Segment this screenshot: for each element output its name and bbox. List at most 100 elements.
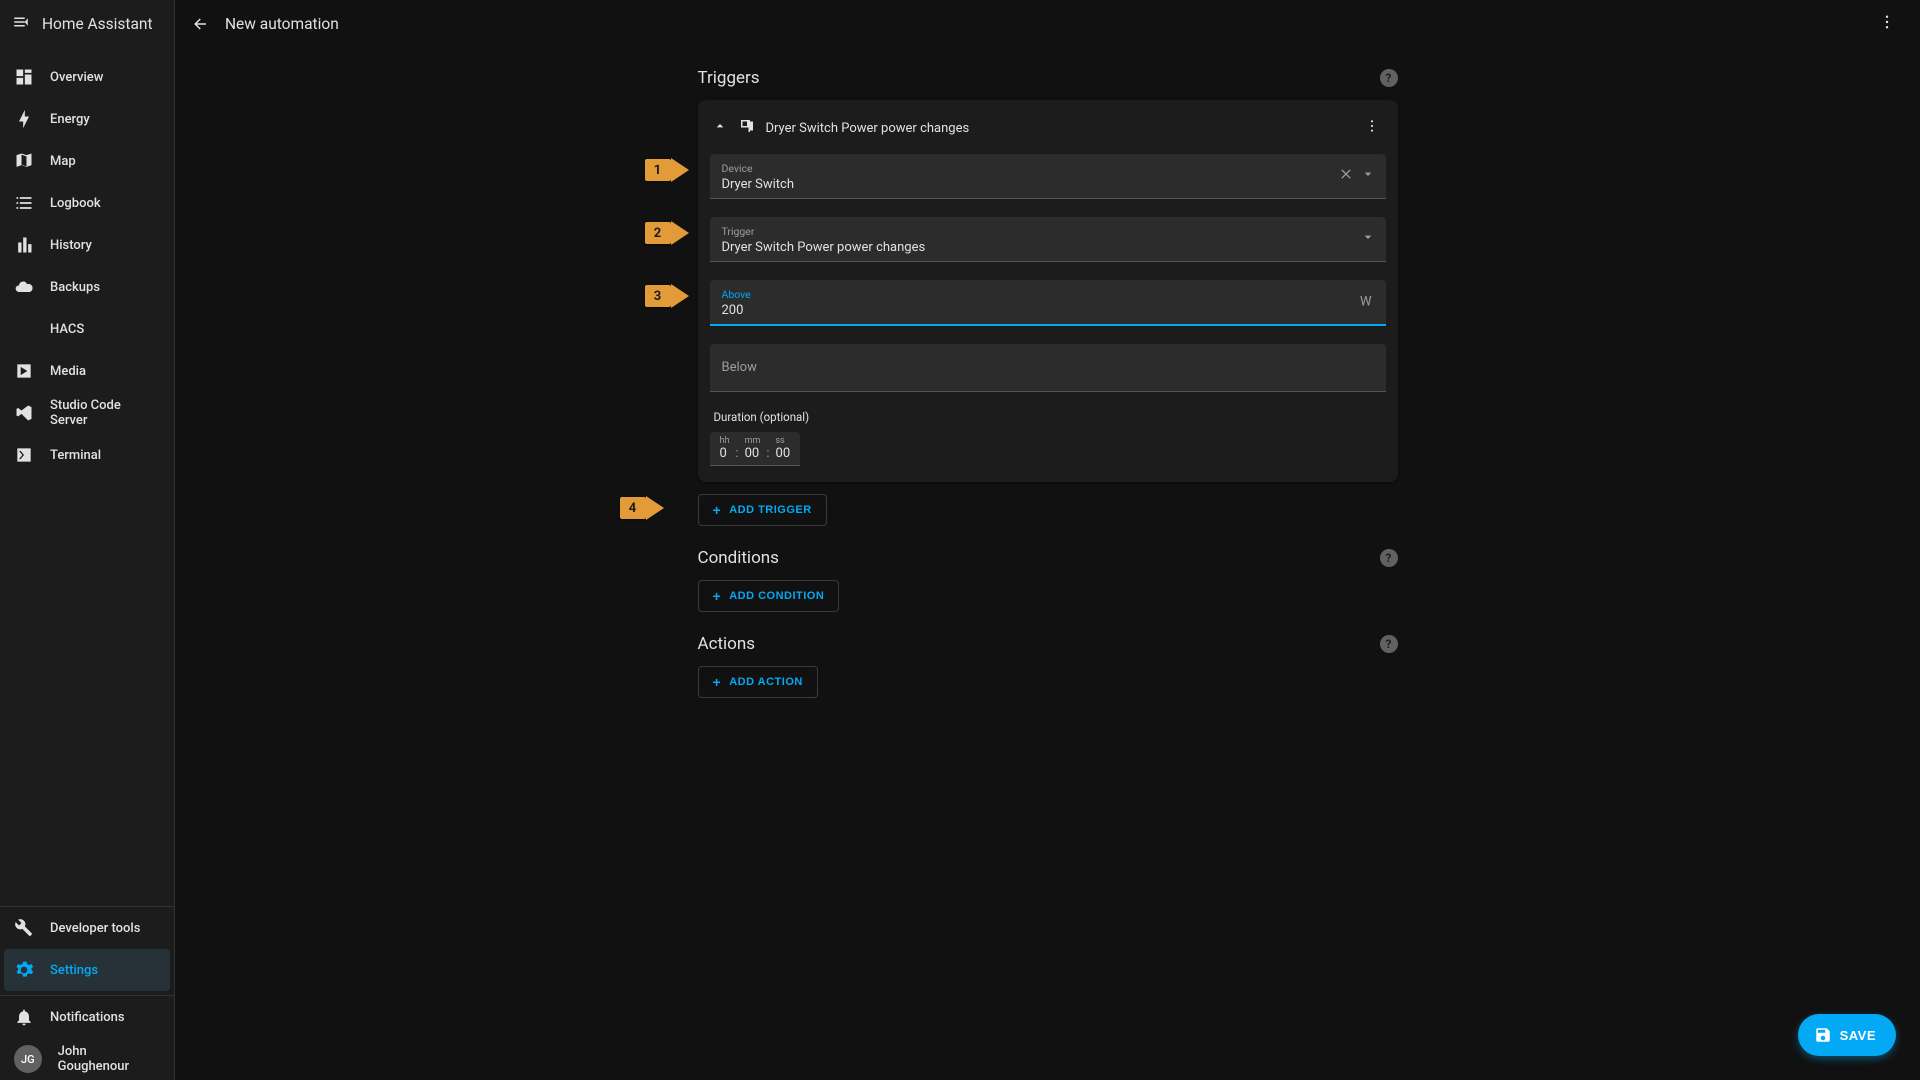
actions-title: Actions xyxy=(698,634,756,654)
duration-ss-label: ss xyxy=(776,436,791,446)
hacs-icon xyxy=(14,319,34,339)
dropdown-icon[interactable] xyxy=(1360,166,1376,186)
conditions-header: Conditions ? xyxy=(698,548,1398,568)
add-condition-label: ADD CONDITION xyxy=(729,590,824,602)
duration-hh-label: hh xyxy=(720,436,730,446)
conditions-help-icon[interactable]: ? xyxy=(1380,549,1398,567)
sidebar-item-hacs[interactable]: HACS xyxy=(0,308,174,350)
sidebar-item-label: Media xyxy=(50,364,86,379)
duration-field[interactable]: hh 0 : mm 00 : ss 00 xyxy=(710,432,801,466)
conditions-title: Conditions xyxy=(698,548,779,568)
triggers-header: Triggers ? xyxy=(698,68,1398,88)
topbar: New automation xyxy=(175,0,1920,48)
sidebar-nav: Overview Energy Map Logbook History Back… xyxy=(0,48,174,906)
sidebar-item-map[interactable]: Map xyxy=(0,140,174,182)
actions-header: Actions ? xyxy=(698,634,1398,654)
chart-icon xyxy=(14,235,34,255)
app-title: Home Assistant xyxy=(42,15,153,33)
sidebar-item-energy[interactable]: Energy xyxy=(0,98,174,140)
annotation-2: 2 xyxy=(645,221,689,245)
sidebar-item-devtools[interactable]: Developer tools xyxy=(0,907,174,949)
sidebar-item-terminal[interactable]: Terminal xyxy=(0,434,174,476)
plus-icon: + xyxy=(713,675,722,689)
above-label: Above xyxy=(722,288,1374,301)
gear-icon xyxy=(14,960,34,980)
trigger-card-menu[interactable] xyxy=(1360,114,1384,142)
sidebar-item-notifications[interactable]: Notifications xyxy=(0,996,174,1038)
sidebar-bottom: Developer tools Settings Notifications J… xyxy=(0,906,174,1080)
cloud-icon xyxy=(14,277,34,297)
duration-label: Duration (optional) xyxy=(714,410,1386,424)
dropdown-icon[interactable] xyxy=(1360,229,1376,249)
save-icon xyxy=(1814,1026,1832,1044)
sidebar-header: Home Assistant xyxy=(0,0,174,48)
user-avatar: JG xyxy=(14,1045,42,1073)
add-condition-button[interactable]: + ADD CONDITION xyxy=(698,580,840,612)
add-action-button[interactable]: + ADD ACTION xyxy=(698,666,818,698)
trigger-label: Trigger xyxy=(722,225,1374,238)
sidebar-item-studio-code[interactable]: Studio Code Server xyxy=(0,392,174,434)
actions-help-icon[interactable]: ? xyxy=(1380,635,1398,653)
above-unit: W xyxy=(1360,295,1372,310)
sidebar-item-settings[interactable]: Settings xyxy=(4,949,170,991)
back-button[interactable] xyxy=(191,15,209,33)
page-title: New automation xyxy=(225,15,339,33)
trigger-card-header: Dryer Switch Power power changes xyxy=(698,108,1398,154)
duration-mm[interactable]: 00 xyxy=(745,446,761,461)
device-label: Device xyxy=(722,162,1374,175)
plus-icon: + xyxy=(713,589,722,603)
save-button[interactable]: SAVE xyxy=(1798,1014,1896,1056)
annotation-3: 3 xyxy=(645,284,689,308)
annotation-4: 4 xyxy=(620,496,664,520)
device-field[interactable]: Device Dryer Switch xyxy=(710,154,1386,199)
wrench-icon xyxy=(14,918,34,938)
save-label: SAVE xyxy=(1840,1028,1876,1043)
sidebar-item-media[interactable]: Media xyxy=(0,350,174,392)
below-field[interactable]: Below xyxy=(710,344,1386,392)
trigger-field[interactable]: Trigger Dryer Switch Power power changes xyxy=(710,217,1386,262)
vscode-icon xyxy=(14,403,34,423)
duration-mm-label: mm xyxy=(745,436,761,446)
page-menu-button[interactable] xyxy=(1870,5,1904,43)
menu-toggle-icon[interactable] xyxy=(12,13,30,35)
trigger-card: Dryer Switch Power power changes 1 Devic… xyxy=(698,100,1398,482)
duration-ss[interactable]: 00 xyxy=(776,446,791,461)
sidebar-item-label: HACS xyxy=(50,322,84,337)
clear-icon[interactable] xyxy=(1338,166,1354,186)
annotation-1: 1 xyxy=(645,158,689,182)
lightning-icon xyxy=(14,109,34,129)
add-action-label: ADD ACTION xyxy=(729,676,803,688)
sidebar-item-history[interactable]: History xyxy=(0,224,174,266)
trigger-value: Dryer Switch Power power changes xyxy=(722,238,1374,257)
dashboard-icon xyxy=(14,67,34,87)
sidebar-item-label: Terminal xyxy=(50,448,101,463)
user-name: John Goughenour xyxy=(58,1044,160,1074)
plus-icon: + xyxy=(713,503,722,517)
main: New automation Triggers ? Dryer Switch xyxy=(175,0,1920,1080)
sidebar-item-label: Energy xyxy=(50,112,90,127)
terminal-icon xyxy=(14,445,34,465)
collapse-icon[interactable] xyxy=(712,118,728,138)
above-field[interactable]: Above W xyxy=(710,280,1386,326)
device-type-icon xyxy=(738,117,756,139)
sidebar-item-user[interactable]: JG John Goughenour xyxy=(0,1038,174,1080)
device-value: Dryer Switch xyxy=(722,175,1374,194)
duration-hh[interactable]: 0 xyxy=(720,446,730,461)
bell-icon xyxy=(14,1007,34,1027)
above-input[interactable] xyxy=(722,303,1374,318)
list-icon xyxy=(14,193,34,213)
sidebar-item-label: Map xyxy=(50,154,76,169)
play-icon xyxy=(14,361,34,381)
sidebar-item-backups[interactable]: Backups xyxy=(0,266,174,308)
sidebar-item-label: Logbook xyxy=(50,196,101,211)
sidebar-item-label: Developer tools xyxy=(50,921,140,936)
add-trigger-button[interactable]: + ADD TRIGGER xyxy=(698,494,827,526)
sidebar-item-label: Notifications xyxy=(50,1010,125,1025)
map-icon xyxy=(14,151,34,171)
sidebar-item-overview[interactable]: Overview xyxy=(0,56,174,98)
sidebar-item-label: Overview xyxy=(50,70,103,85)
triggers-help-icon[interactable]: ? xyxy=(1380,69,1398,87)
sidebar-item-label: Studio Code Server xyxy=(50,398,160,428)
sidebar-item-logbook[interactable]: Logbook xyxy=(0,182,174,224)
trigger-card-title: Dryer Switch Power power changes xyxy=(766,121,970,136)
